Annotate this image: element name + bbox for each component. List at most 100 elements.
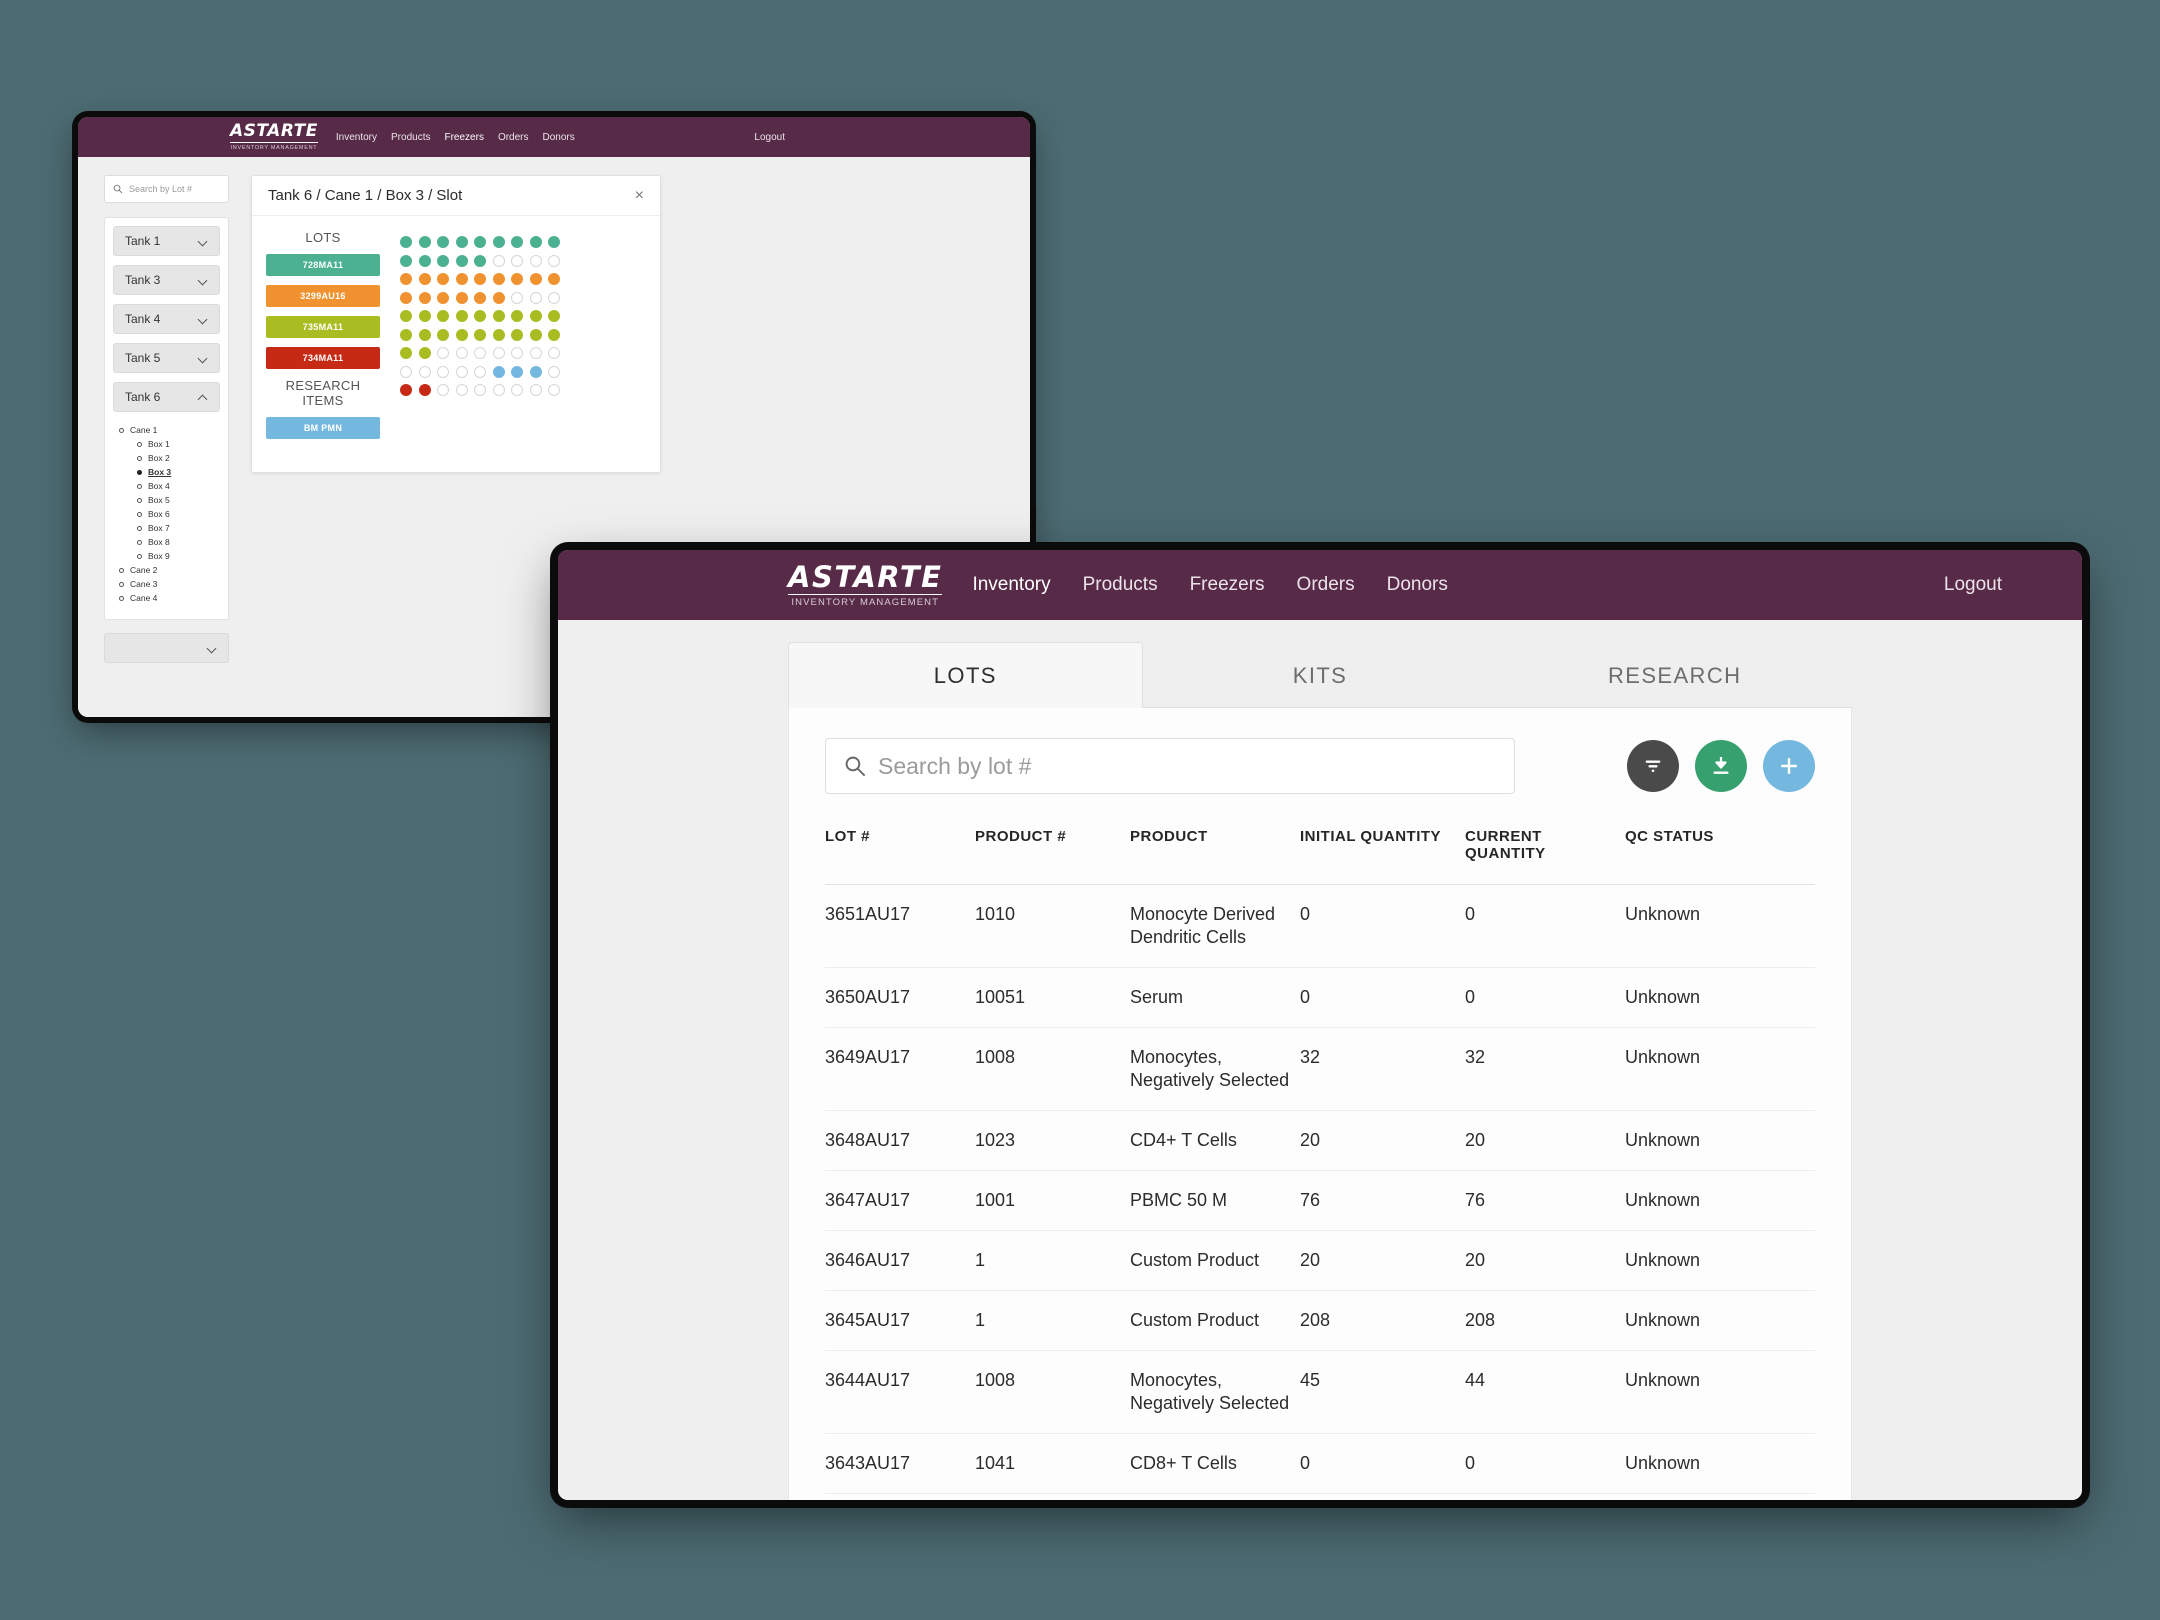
download-button[interactable] — [1695, 740, 1747, 792]
inventory-window[interactable]: ASTARTE INVENTORY MANAGEMENT Inventory P… — [558, 550, 2082, 1500]
slot-cell-4-1[interactable] — [400, 291, 412, 304]
nav-item-freezers[interactable]: Freezers — [444, 120, 485, 161]
slot-cell-6-4[interactable] — [455, 328, 468, 341]
column-header-current-quantity[interactable]: CURRENT QUANTITY — [1465, 828, 1625, 885]
table-row[interactable]: 3647AU17 1001 PBMC 50 M 76 76 Unknown — [825, 1170, 1815, 1232]
slot-cell-8-3[interactable] — [437, 365, 449, 378]
add-button[interactable] — [1763, 740, 1815, 792]
slot-cell-8-9[interactable] — [548, 365, 560, 378]
tab-lots[interactable]: LOTS — [788, 642, 1143, 708]
slot-cell-1-4[interactable] — [455, 236, 468, 248]
slot-cell-5-8[interactable] — [529, 310, 542, 322]
slot-cell-6-2[interactable] — [418, 328, 431, 341]
tank-toggle-tank-3[interactable]: Tank 3 — [113, 265, 220, 295]
tree-item-box-3[interactable]: Box 3 — [115, 465, 220, 479]
slot-cell-5-5[interactable] — [474, 310, 486, 322]
slot-cell-2-2[interactable] — [418, 254, 431, 267]
slot-cell-2-1[interactable] — [400, 254, 412, 267]
column-header-product[interactable]: PRODUCT — [1130, 828, 1300, 885]
nav-item-products[interactable]: Products — [391, 120, 430, 155]
logout-link[interactable]: Logout — [1944, 574, 2002, 596]
column-header-initial-quantity[interactable]: INITIAL QUANTITY — [1300, 828, 1465, 885]
slot-cell-4-9[interactable] — [548, 291, 560, 304]
slot-cell-4-6[interactable] — [492, 291, 505, 304]
tab-research[interactable]: RESEARCH — [1497, 642, 1852, 707]
close-icon[interactable]: × — [635, 187, 644, 204]
table-row[interactable]: 3645AU17 1 Custom Product 208 208 Unknown — [825, 1290, 1815, 1352]
nav-item-orders[interactable]: Orders — [1297, 552, 1355, 618]
tree-item-box-4[interactable]: Box 4 — [115, 479, 220, 493]
filter-button[interactable] — [1627, 740, 1679, 792]
tank-toggle-tank-7[interactable] — [104, 633, 229, 663]
nav-item-donors[interactable]: Donors — [543, 120, 575, 155]
slot-cell-9-5[interactable] — [474, 384, 486, 396]
slot-cell-5-1[interactable] — [400, 310, 412, 322]
lot-chip-735ma11[interactable]: 735MA11 — [266, 315, 380, 338]
table-row[interactable]: 3650AU17 10051 Serum 0 0 Unknown — [825, 967, 1815, 1029]
slot-cell-3-2[interactable] — [418, 273, 431, 285]
slot-cell-3-5[interactable] — [474, 273, 486, 285]
tree-item-box-9[interactable]: Box 9 — [115, 549, 220, 563]
slot-cell-8-7[interactable] — [511, 365, 523, 378]
slot-cell-2-7[interactable] — [511, 254, 523, 267]
slot-cell-3-4[interactable] — [455, 273, 468, 285]
slot-cell-2-6[interactable] — [492, 254, 505, 267]
slot-cell-2-5[interactable] — [474, 254, 486, 267]
slot-cell-4-7[interactable] — [511, 291, 523, 304]
nav-item-inventory[interactable]: Inventory — [336, 120, 377, 155]
slot-cell-8-2[interactable] — [418, 365, 431, 378]
tree-item-box-2[interactable]: Box 2 — [115, 451, 220, 465]
slot-cell-7-3[interactable] — [437, 347, 449, 359]
slot-cell-2-3[interactable] — [437, 254, 449, 267]
table-row[interactable]: 3651AU17 1010 Monocyte Derived Dendritic C… — [825, 884, 1815, 969]
tree-item-cane-1[interactable]: Cane 1 — [115, 423, 220, 437]
slot-cell-7-7[interactable] — [511, 347, 523, 359]
nav-item-inventory[interactable]: Inventory — [972, 552, 1051, 628]
lot-chip-734ma11[interactable]: 734MA11 — [266, 346, 380, 369]
slot-cell-1-6[interactable] — [492, 236, 505, 248]
slot-cell-1-5[interactable] — [474, 236, 486, 248]
slot-cell-4-5[interactable] — [474, 291, 486, 304]
tree-item-cane-2[interactable]: Cane 2 — [115, 563, 220, 577]
nav-item-freezers[interactable]: Freezers — [1190, 552, 1265, 618]
slot-cell-1-1[interactable] — [400, 236, 412, 248]
slot-cell-5-7[interactable] — [511, 310, 523, 322]
slot-cell-4-2[interactable] — [418, 291, 431, 304]
slot-cell-3-1[interactable] — [400, 273, 412, 285]
slot-cell-9-4[interactable] — [455, 384, 468, 396]
table-row[interactable]: 3646AU17 1 Custom Product 20 20 Unknown — [825, 1230, 1815, 1292]
table-row[interactable]: 3649AU17 1008 Monocytes, Negatively Select… — [825, 1027, 1815, 1112]
slot-cell-7-8[interactable] — [529, 347, 542, 359]
slot-cell-6-9[interactable] — [548, 328, 560, 341]
slot-cell-9-8[interactable] — [529, 384, 542, 396]
slot-cell-8-8[interactable] — [529, 365, 542, 378]
nav-item-donors[interactable]: Donors — [1387, 552, 1448, 618]
slot-cell-5-3[interactable] — [437, 310, 449, 322]
slot-cell-1-9[interactable] — [548, 236, 560, 248]
slot-cell-5-6[interactable] — [492, 310, 505, 322]
tree-item-cane-3[interactable]: Cane 3 — [115, 577, 220, 591]
slot-cell-9-1[interactable] — [400, 384, 412, 396]
tank-toggle-tank-1[interactable]: Tank 1 — [113, 226, 220, 256]
slot-cell-8-6[interactable] — [492, 365, 505, 378]
slot-cell-3-3[interactable] — [437, 273, 449, 285]
slot-cell-9-2[interactable] — [418, 384, 431, 396]
slot-cell-2-4[interactable] — [455, 254, 468, 267]
slot-cell-2-8[interactable] — [529, 254, 542, 267]
table-row[interactable]: 3642AU171023CD4+ T Cells2020Unknown — [825, 1493, 1815, 1500]
tree-item-box-1[interactable]: Box 1 — [115, 437, 220, 451]
slot-cell-9-6[interactable] — [492, 384, 505, 396]
slot-cell-1-3[interactable] — [437, 236, 449, 248]
slot-cell-7-5[interactable] — [474, 347, 486, 359]
nav-item-products[interactable]: Products — [1083, 552, 1158, 618]
slot-grid[interactable] — [388, 230, 644, 448]
slot-cell-5-9[interactable] — [548, 310, 560, 322]
slot-cell-6-3[interactable] — [437, 328, 449, 341]
slot-cell-8-4[interactable] — [455, 365, 468, 378]
slot-cell-9-3[interactable] — [437, 384, 449, 396]
slot-cell-6-5[interactable] — [474, 328, 486, 341]
tab-kits[interactable]: KITS — [1143, 642, 1498, 707]
slot-cell-1-2[interactable] — [418, 236, 431, 248]
slot-cell-4-3[interactable] — [437, 291, 449, 304]
slot-cell-8-5[interactable] — [474, 365, 486, 378]
